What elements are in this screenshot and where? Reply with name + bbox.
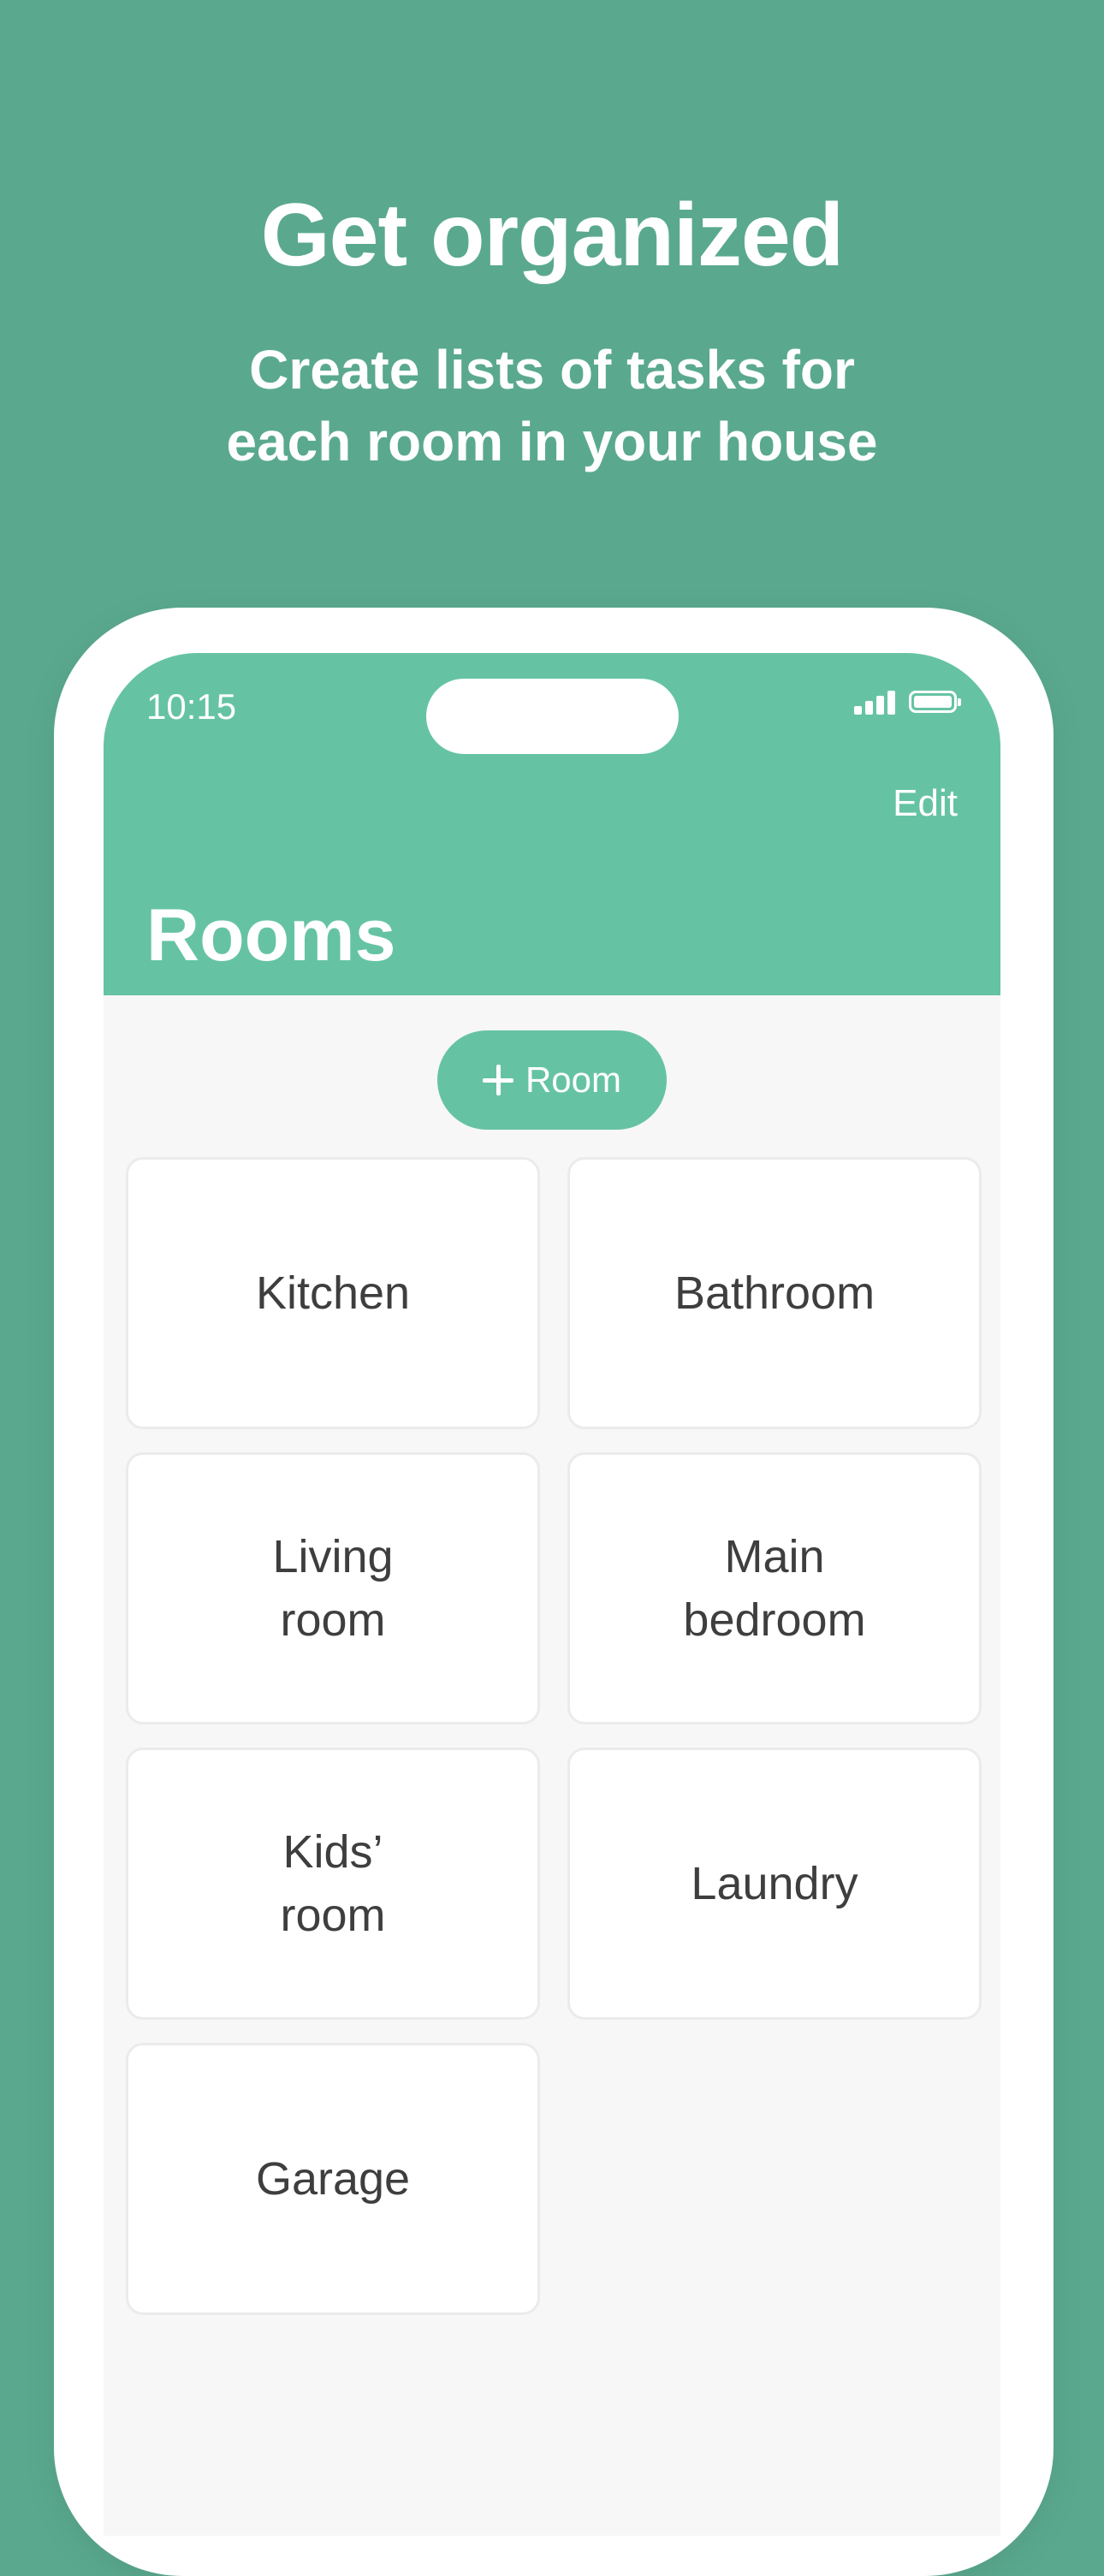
- dynamic-island: [426, 679, 679, 754]
- room-card-living-room[interactable]: Living room: [126, 1452, 540, 1724]
- marketing-headline: Get organized: [260, 186, 844, 285]
- room-card-garage[interactable]: Garage: [126, 2043, 540, 2315]
- room-name: Main bedroom: [683, 1531, 866, 1646]
- status-time: 10:15: [146, 686, 237, 727]
- room-card-kitchen[interactable]: Kitchen: [126, 1157, 540, 1429]
- room-name: Garage: [255, 2153, 411, 2205]
- plus-icon: [482, 1065, 513, 1095]
- battery-icon: [909, 691, 961, 713]
- room-name: Kitchen: [255, 1267, 411, 1319]
- room-card-main-bedroom[interactable]: Main bedroom: [567, 1452, 982, 1724]
- phone-screen: 10:15 Edit Rooms Room Kitchen Bathroom L…: [104, 653, 1000, 2536]
- room-name: Living room: [272, 1531, 394, 1646]
- navigation-header: 10:15 Edit Rooms: [104, 653, 1000, 995]
- cellular-signal-icon: [854, 689, 897, 715]
- room-name: Kids’ room: [280, 1826, 386, 1941]
- marketing-subhead: Create lists of tasks for each room in y…: [226, 339, 878, 472]
- edit-button[interactable]: Edit: [893, 781, 958, 826]
- add-room-label: Room: [525, 1059, 622, 1100]
- room-card-bathroom[interactable]: Bathroom: [567, 1157, 982, 1429]
- rooms-grid: Kitchen Bathroom Living room Main bedroo…: [126, 1157, 982, 2315]
- page-title: Rooms: [146, 894, 396, 976]
- room-card-laundry[interactable]: Laundry: [567, 1748, 982, 2020]
- room-name: Laundry: [691, 1858, 858, 1909]
- add-room-button[interactable]: Room: [437, 1030, 667, 1130]
- room-name: Bathroom: [674, 1267, 875, 1319]
- room-card-kids-room[interactable]: Kids’ room: [126, 1748, 540, 2020]
